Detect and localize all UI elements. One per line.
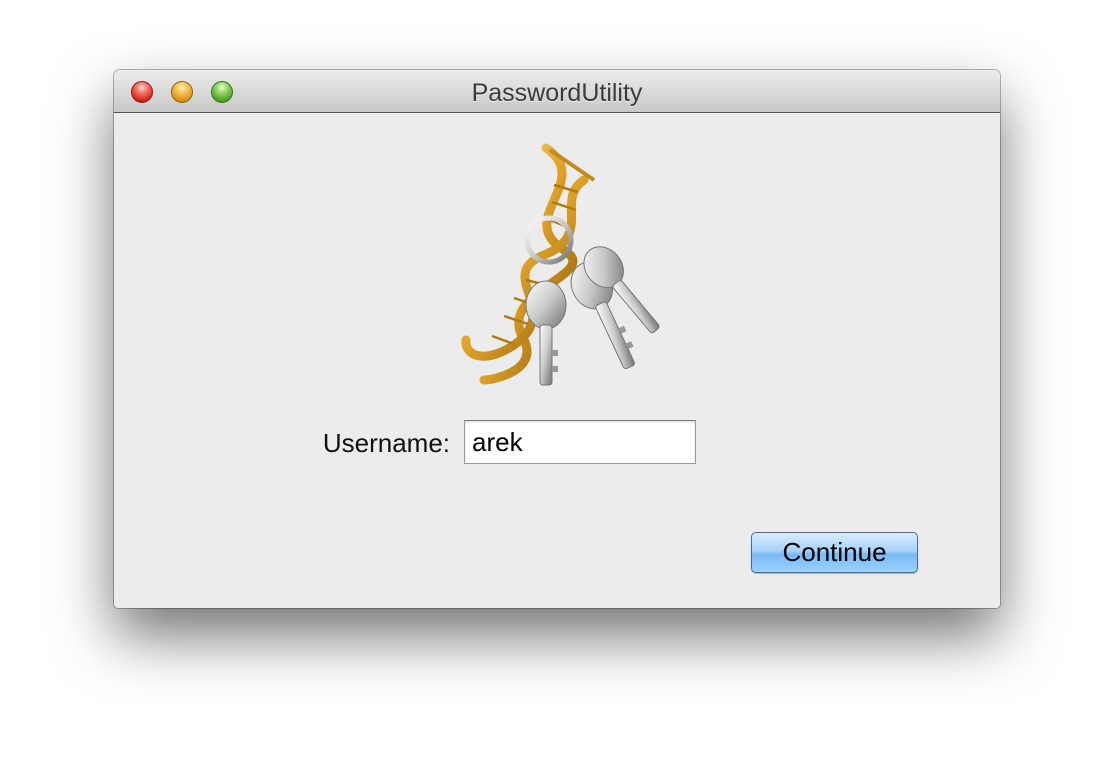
keychain-dna-keys-icon bbox=[461, 143, 660, 386]
window-title: PasswordUtility bbox=[471, 79, 643, 107]
title-bar[interactable]: PasswordUtility bbox=[114, 70, 1000, 113]
continue-button[interactable]: Continue bbox=[751, 532, 918, 573]
app-window: PasswordUtility Username: arek Continue bbox=[114, 70, 1000, 608]
username-label: Username: bbox=[322, 428, 450, 458]
username-field[interactable] bbox=[464, 420, 696, 464]
